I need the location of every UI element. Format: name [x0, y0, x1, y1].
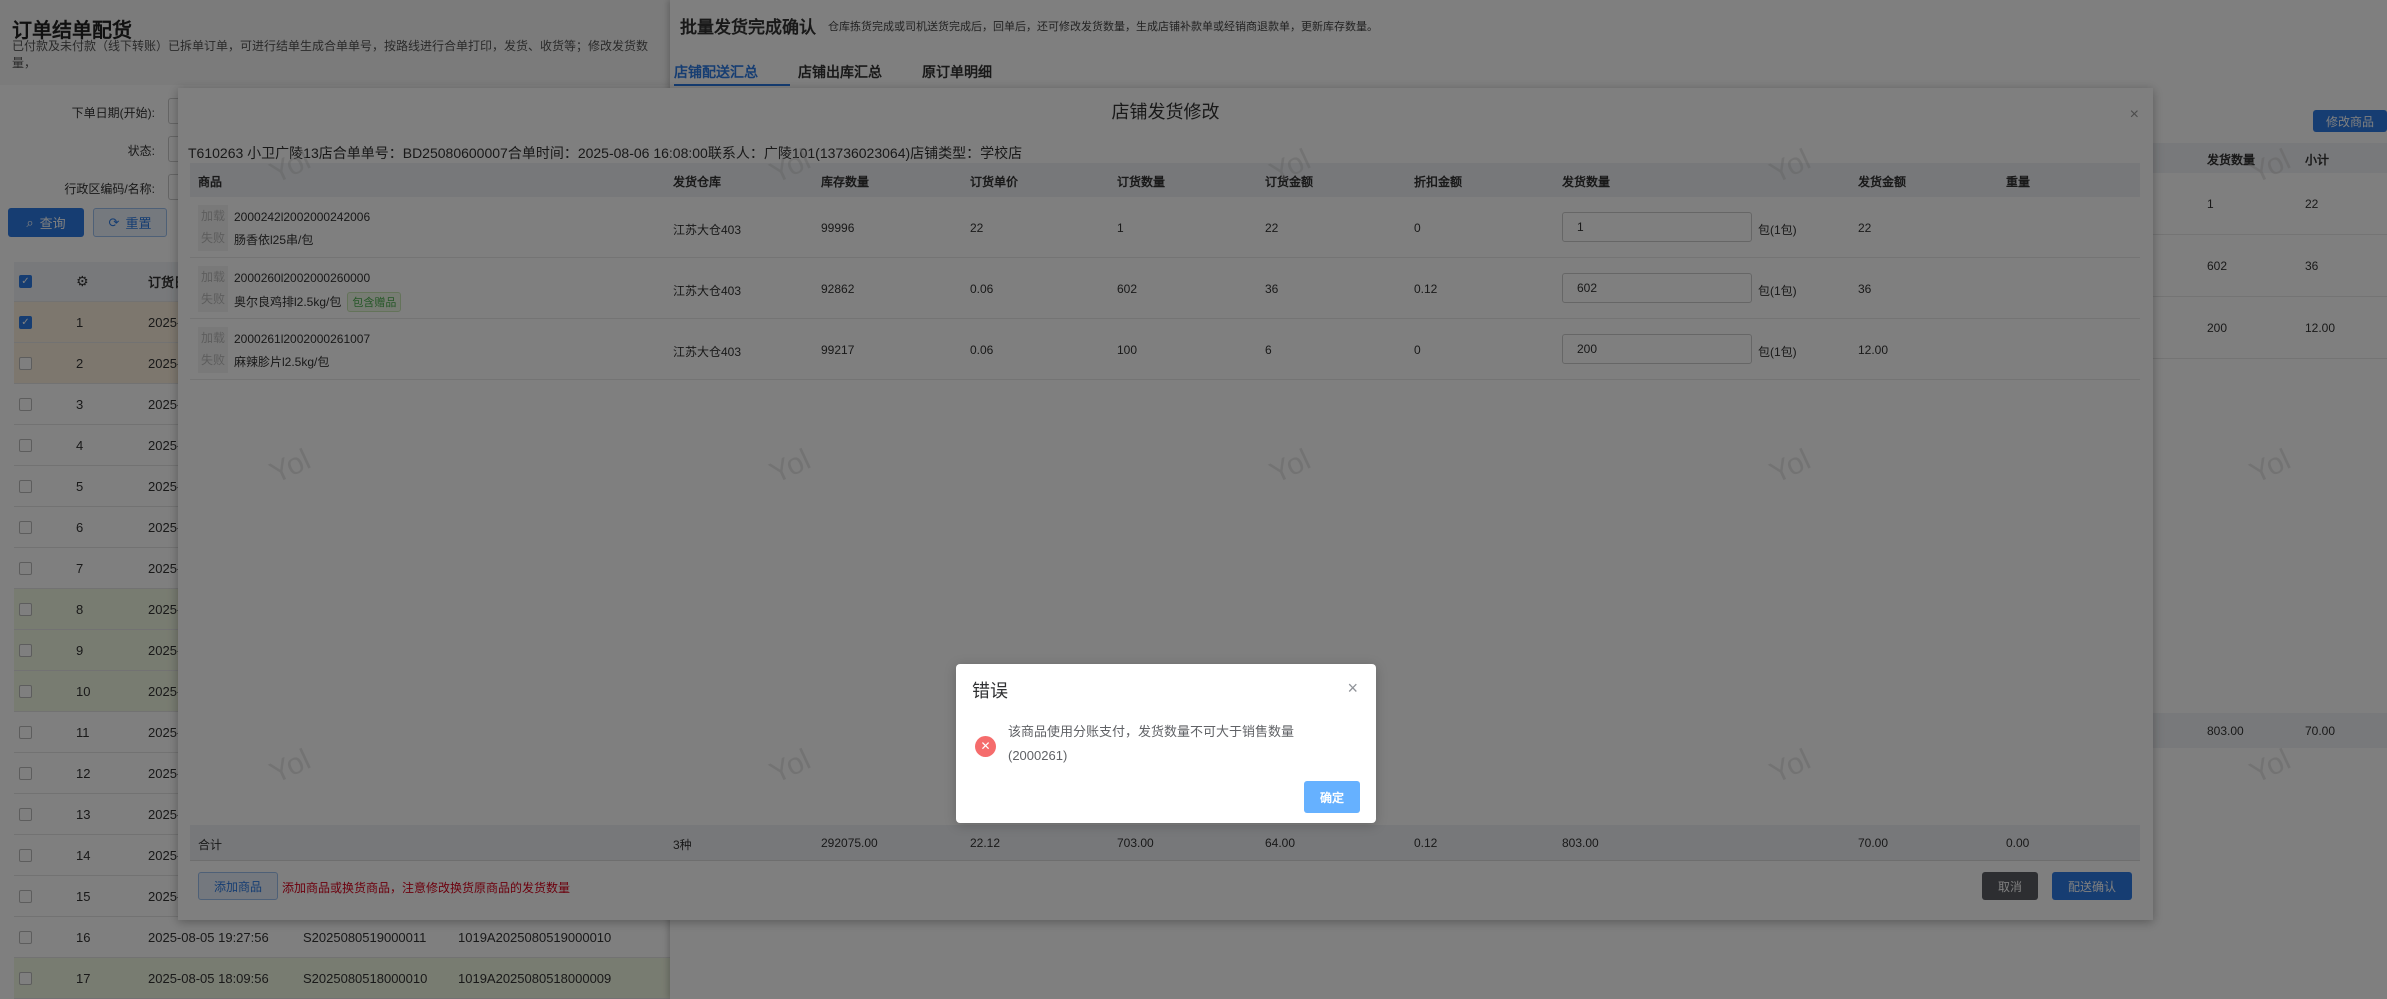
ok-button[interactable]: 确定 [1304, 781, 1360, 813]
close-icon[interactable]: × [1347, 678, 1358, 699]
error-dialog: 错误 × ✕ 该商品使用分账支付，发货数量不可大于销售数量(2000261) 确… [956, 664, 1376, 823]
modal-backdrop[interactable] [0, 0, 2387, 999]
error-dialog-title: 错误 [972, 681, 1008, 701]
error-icon: ✕ [975, 736, 996, 757]
error-message: 该商品使用分账支付，发货数量不可大于销售数量(2000261) [1008, 724, 1295, 763]
